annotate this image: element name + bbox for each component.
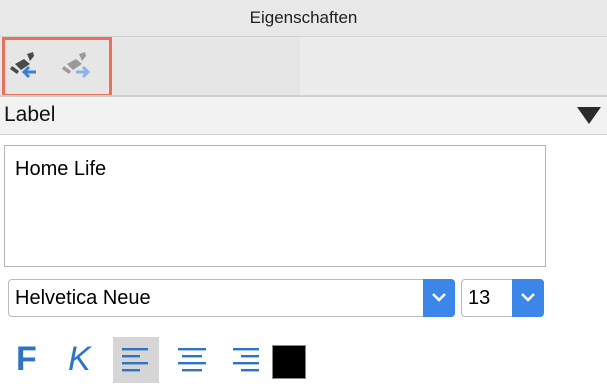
label-text-field[interactable]: Home Life (4, 145, 546, 267)
font-family-select[interactable]: Helvetica Neue (8, 279, 455, 317)
chevron-down-icon[interactable] (512, 279, 544, 317)
align-right-button[interactable] (222, 337, 268, 383)
font-size-value: 13 (468, 287, 491, 309)
align-left-icon (122, 348, 148, 372)
toolbar-shade (300, 37, 607, 95)
label-section-header[interactable]: Label (0, 97, 607, 135)
window-title: Eigenschaften (0, 0, 607, 37)
bold-button[interactable]: F (16, 340, 37, 379)
paste-style-button[interactable] (6, 49, 40, 83)
font-size-select[interactable]: 13 (461, 279, 544, 317)
brush-arrow-left-icon (10, 52, 36, 79)
toolbar (0, 37, 607, 97)
copy-style-button[interactable] (58, 49, 92, 83)
align-right-icon (233, 348, 259, 372)
align-center-button[interactable] (169, 337, 215, 383)
font-family-value: Helvetica Neue (15, 287, 151, 309)
text-color-swatch[interactable] (272, 345, 306, 379)
align-center-icon (178, 348, 206, 372)
section-title: Label (4, 103, 56, 126)
align-left-button[interactable] (113, 337, 159, 383)
disclosure-triangle-icon[interactable] (577, 107, 601, 124)
chevron-down-icon[interactable] (423, 279, 455, 317)
italic-button[interactable]: K (68, 340, 91, 379)
brush-arrow-right-icon (62, 52, 91, 79)
